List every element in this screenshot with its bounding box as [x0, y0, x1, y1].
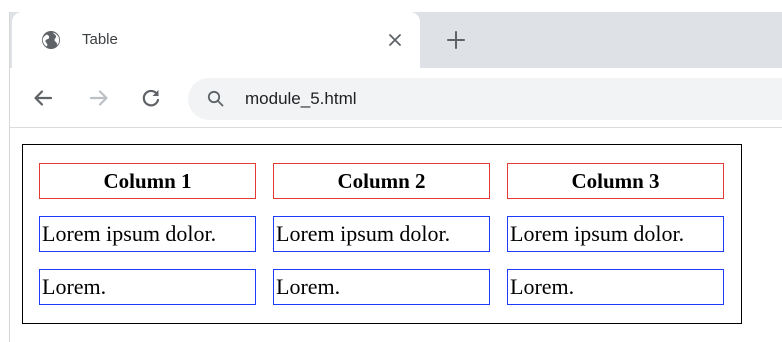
table-cell: Lorem.: [39, 269, 256, 305]
tab-table[interactable]: Table: [12, 12, 420, 68]
arrow-right-icon[interactable]: [86, 85, 112, 111]
close-icon[interactable]: [384, 29, 406, 51]
address-text: module_5.html: [245, 89, 357, 108]
table-cell: Lorem ipsum dolor.: [39, 216, 256, 252]
plus-icon[interactable]: [444, 28, 468, 52]
tab-strip: Table: [10, 12, 782, 68]
arrow-left-icon[interactable]: [30, 85, 56, 111]
globe-icon: [41, 30, 61, 50]
browser-toolbar: module_5.html: [10, 68, 782, 128]
search-icon: [206, 89, 226, 109]
tab-title: Table: [82, 31, 118, 48]
table-cell: Lorem ipsum dolor.: [507, 216, 724, 252]
address-bar[interactable]: module_5.html: [188, 78, 782, 120]
table-header-cell: Column 2: [273, 163, 490, 199]
table-cell: Lorem.: [273, 269, 490, 305]
table-cell: Lorem.: [507, 269, 724, 305]
table-cell: Lorem ipsum dolor.: [273, 216, 490, 252]
reload-icon[interactable]: [138, 85, 164, 111]
table-header-cell: Column 3: [507, 163, 724, 199]
table-header-cell: Column 1: [39, 163, 256, 199]
